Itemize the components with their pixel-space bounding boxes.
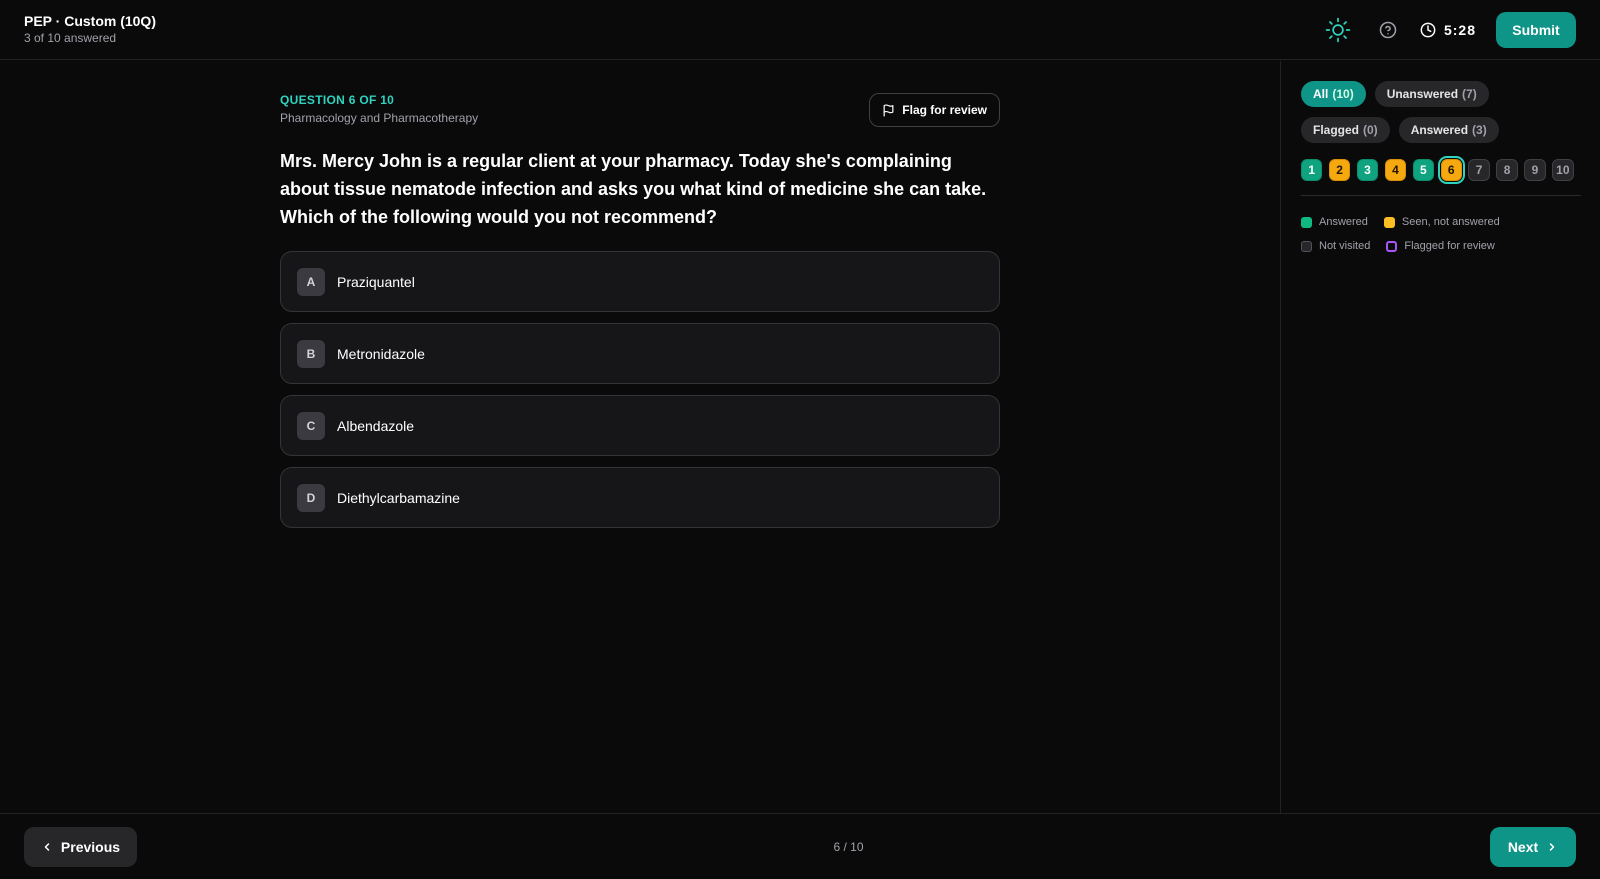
filter-count: (7) xyxy=(1462,87,1477,101)
answered-swatch xyxy=(1301,216,1312,228)
page-indicator: 6 / 10 xyxy=(833,839,864,854)
flagged-swatch xyxy=(1386,240,1398,252)
option-c[interactable]: C Albendazole xyxy=(280,395,1000,456)
flag-for-review-button[interactable]: Flag for review xyxy=(869,93,1000,127)
next-button[interactable]: Next xyxy=(1490,826,1576,867)
question-cell-3[interactable]: 3 xyxy=(1356,159,1379,181)
legend-label: Not visited xyxy=(1319,240,1371,252)
previous-label: Previous xyxy=(60,838,121,855)
option-letter: C xyxy=(297,411,325,440)
option-text: Metronidazole xyxy=(337,345,425,362)
filter-label: Flagged xyxy=(1313,123,1360,137)
seen-swatch xyxy=(1383,216,1395,228)
option-letter: D xyxy=(297,483,325,512)
answered-progress: 3 of 10 answered xyxy=(24,31,117,45)
filter-all-button[interactable]: All (10) xyxy=(1301,81,1366,107)
option-text: Praziquantel xyxy=(337,273,415,290)
legend-not-visited: Not visited xyxy=(1301,240,1370,252)
question-cell-10[interactable]: 10 xyxy=(1552,159,1574,181)
filter-tabs: All (10) Unanswered (7) Flagged (0) Answ… xyxy=(1301,81,1591,153)
previous-button[interactable]: Previous xyxy=(24,826,137,867)
legend-answered: Answered xyxy=(1301,216,1368,228)
next-label: Next xyxy=(1507,838,1539,855)
sun-icon xyxy=(1325,17,1351,42)
question-cell-7[interactable]: 7 xyxy=(1468,159,1490,181)
help-button[interactable] xyxy=(1374,16,1402,44)
question-number: QUESTION 6 OF 10 xyxy=(280,93,395,107)
clock-icon xyxy=(1420,22,1436,37)
filter-label: Unanswered xyxy=(1386,87,1459,101)
option-a[interactable]: A Praziquantel xyxy=(280,251,1000,312)
status-legend: Answered Seen, not answered Not visited … xyxy=(1301,210,1580,258)
not-visited-swatch xyxy=(1301,240,1312,252)
filter-count: (3) xyxy=(1472,123,1487,137)
sidebar-divider xyxy=(1301,195,1581,196)
legend-label: Seen, not answered xyxy=(1401,216,1500,228)
exam-title: PEP · Custom (10Q) xyxy=(24,13,156,29)
bottom-nav: Previous 6 / 10 Next xyxy=(0,813,1600,879)
filter-count: (0) xyxy=(1363,123,1378,137)
flag-label: Flag for review xyxy=(902,103,987,117)
legend-label: Flagged for review xyxy=(1404,240,1495,252)
question-cell-8[interactable]: 8 xyxy=(1496,159,1518,181)
option-text: Albendazole xyxy=(337,417,415,434)
question-navigator: All (10) Unanswered (7) Flagged (0) Answ… xyxy=(1280,61,1600,813)
question-heading: QUESTION 6 OF 10 Pharmacology and Pharma… xyxy=(280,93,478,126)
question-panel: QUESTION 6 OF 10 Pharmacology and Pharma… xyxy=(0,61,1280,813)
filter-label: All xyxy=(1313,87,1329,101)
timer-value: 5:28 xyxy=(1443,21,1476,38)
question-category: Pharmacology and Pharmacotherapy xyxy=(280,111,479,125)
legend-row: Not visited Flagged for review xyxy=(1301,234,1580,258)
quiz-app: PEP · Custom (10Q) 3 of 10 answered 5:28… xyxy=(0,0,1600,879)
legend-seen: Seen, not answered xyxy=(1383,216,1500,228)
help-circle-icon xyxy=(1379,21,1397,38)
question-cell-9[interactable]: 9 xyxy=(1524,159,1546,181)
timer: 5:28 xyxy=(1420,22,1476,38)
question-cell-4[interactable]: 4 xyxy=(1384,159,1407,181)
option-letter: B xyxy=(297,339,325,368)
question-cell-6[interactable]: 6 xyxy=(1437,156,1465,184)
option-text: Diethylcarbamazine xyxy=(337,489,460,506)
filter-flagged-button[interactable]: Flagged (0) xyxy=(1301,117,1390,143)
question-cell-2[interactable]: 2 xyxy=(1328,159,1351,181)
question-grid: 1 2 3 4 5 6 7 8 9 10 xyxy=(1301,156,1580,184)
submit-button[interactable]: Submit xyxy=(1496,11,1576,48)
chevron-right-icon xyxy=(1549,842,1555,851)
question-meta: QUESTION 6 OF 10 Pharmacology and Pharma… xyxy=(280,93,1000,127)
theme-toggle-button[interactable] xyxy=(1324,16,1352,44)
question-text: Mrs. Mercy John is a regular client at y… xyxy=(280,151,987,227)
legend-flagged: Flagged for review xyxy=(1386,240,1495,252)
option-b[interactable]: B Metronidazole xyxy=(280,323,1000,384)
answer-options: A Praziquantel B Metronidazole C Albenda… xyxy=(280,251,1000,528)
legend-label: Answered xyxy=(1319,216,1368,228)
question-cell-5[interactable]: 5 xyxy=(1412,159,1435,181)
chevron-left-icon xyxy=(44,842,50,851)
header-actions: 5:28 Submit xyxy=(1324,11,1576,48)
option-letter: A xyxy=(297,267,325,296)
filter-label: Answered xyxy=(1410,123,1469,137)
filter-answered-button[interactable]: Answered (3) xyxy=(1398,117,1499,143)
top-bar: PEP · Custom (10Q) 3 of 10 answered 5:28… xyxy=(0,0,1600,60)
filter-count: (10) xyxy=(1332,87,1354,101)
exam-info: PEP · Custom (10Q) 3 of 10 answered xyxy=(24,13,156,46)
option-d[interactable]: D Diethylcarbamazine xyxy=(280,467,1000,528)
legend-row: Answered Seen, not answered xyxy=(1301,210,1580,234)
question-container: QUESTION 6 OF 10 Pharmacology and Pharma… xyxy=(280,93,1000,539)
flag-icon xyxy=(883,103,894,117)
filter-unanswered-button[interactable]: Unanswered (7) xyxy=(1374,81,1489,107)
question-cell-1[interactable]: 1 xyxy=(1301,159,1323,181)
